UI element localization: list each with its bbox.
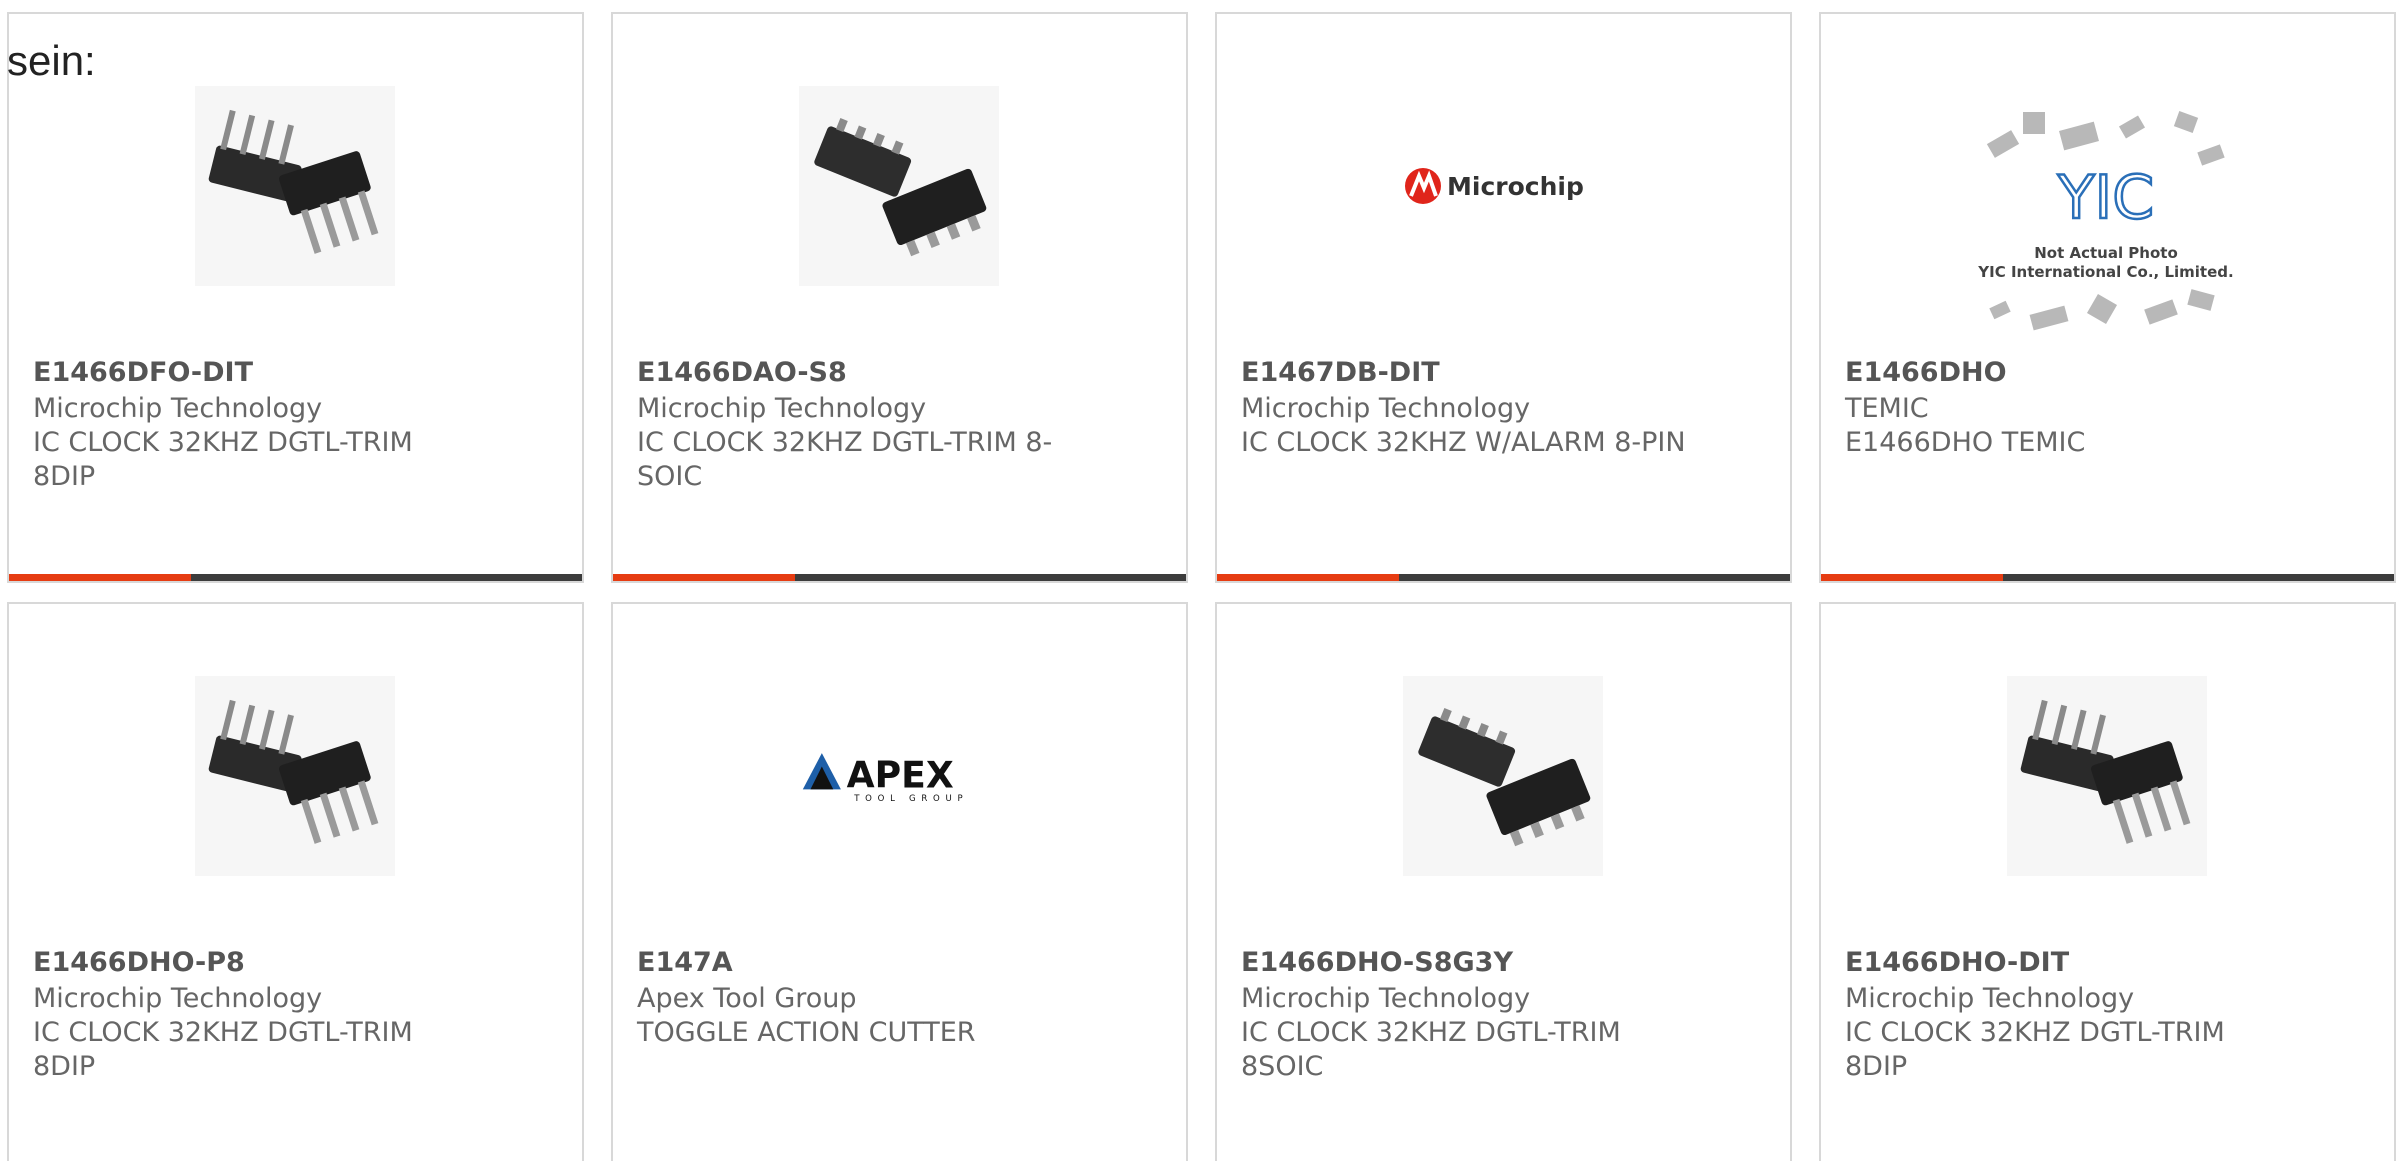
description-line: IC CLOCK 32KHZ DGTL-TRIM — [1845, 1017, 2225, 1048]
manufacturer: TEMIC — [1845, 393, 1929, 424]
product-image[interactable] — [195, 676, 395, 876]
product-image[interactable]: APEX TOOL GROUP — [799, 676, 999, 876]
product-card[interactable]: E1466DHO-P8 Microchip Technology IC CLOC… — [7, 602, 584, 1161]
product-image[interactable] — [799, 86, 999, 286]
product-image[interactable] — [195, 86, 395, 286]
description-line: E1466DHO TEMIC — [1845, 427, 2086, 458]
product-card[interactable]: E1466DFO-DIT Microchip Technology IC CLO… — [7, 12, 584, 583]
dip-chip-icon — [2020, 699, 2191, 844]
apex-logo-text: APEX — [847, 753, 954, 796]
card-bottom-bar — [613, 574, 1186, 581]
part-number-link[interactable]: E1466DHO-DIT — [1845, 947, 2069, 978]
description-line: 8DIP — [33, 1051, 96, 1082]
description-line: 8DIP — [33, 461, 96, 492]
part-number-link[interactable]: E147A — [637, 947, 733, 978]
page: sein: E1466DFO-DIT Microchip Technology … — [0, 0, 2400, 1161]
microchip-logo-text: Microchip — [1447, 172, 1584, 201]
dip-chip-icon — [208, 109, 379, 254]
yic-placeholder-icon: YIC Not Actual Photo YIC International C… — [1977, 111, 2234, 331]
product-card[interactable]: Microchip E1467DB-DIT Microchip Technolo… — [1215, 12, 1792, 583]
description: IC CLOCK 32KHZ DGTL-TRIM 8DIP — [1845, 1016, 2315, 1084]
card-accent-bar — [613, 574, 795, 581]
description-line: IC CLOCK 32KHZ DGTL-TRIM — [33, 1017, 413, 1048]
description: IC CLOCK 32KHZ W/ALARM 8-PIN — [1241, 426, 1711, 460]
description-line: IC CLOCK 32KHZ W/ALARM 8-PIN — [1241, 427, 1686, 458]
yic-caption-line: YIC International Co., Limited. — [1977, 263, 2233, 281]
card-accent-bar — [1821, 574, 2003, 581]
yic-caption-line: Not Actual Photo — [2034, 244, 2178, 262]
product-image[interactable] — [1403, 676, 1603, 876]
product-image[interactable] — [2007, 676, 2207, 876]
product-card[interactable]: YIC Not Actual Photo YIC International C… — [1819, 12, 2396, 583]
card-accent-bar — [1217, 574, 1399, 581]
description: E1466DHO TEMIC — [1845, 426, 2315, 460]
manufacturer: Apex Tool Group — [637, 983, 857, 1014]
card-bottom-bar — [1217, 574, 1790, 581]
part-number-link[interactable]: E1466DHO-P8 — [33, 947, 245, 978]
apex-logo-icon: APEX TOOL GROUP — [802, 753, 968, 804]
description: IC CLOCK 32KHZ DGTL-TRIM 8SOIC — [1241, 1016, 1711, 1084]
soic-chip-icon — [1418, 708, 1591, 847]
product-card[interactable]: E1466DHO-DIT Microchip Technology IC CLO… — [1819, 602, 2396, 1161]
description: IC CLOCK 32KHZ DGTL-TRIM 8DIP — [33, 1016, 503, 1084]
card-bottom-bar — [1821, 574, 2394, 581]
description-line: SOIC — [637, 461, 703, 492]
description-line: IC CLOCK 32KHZ DGTL-TRIM — [33, 427, 413, 458]
dip-chip-icon — [208, 699, 379, 844]
product-image[interactable]: Microchip — [1403, 86, 1603, 286]
manufacturer: Microchip Technology — [33, 393, 323, 424]
apex-logo-subtext: TOOL GROUP — [853, 794, 968, 804]
product-card[interactable]: APEX TOOL GROUP E147A Apex Tool Group TO… — [611, 602, 1188, 1161]
product-card[interactable]: E1466DAO-S8 Microchip Technology IC CLOC… — [611, 12, 1188, 583]
part-number-link[interactable]: E1466DFO-DIT — [33, 357, 253, 388]
part-number-link[interactable]: E1466DHO — [1845, 357, 2007, 388]
soic-chip-icon — [814, 118, 987, 257]
manufacturer: Microchip Technology — [1845, 983, 2135, 1014]
card-accent-bar — [9, 574, 191, 581]
manufacturer: Microchip Technology — [33, 983, 323, 1014]
description-line: 8DIP — [1845, 1051, 1908, 1082]
yic-logo-text: YIC — [2057, 163, 2154, 233]
description: IC CLOCK 32KHZ DGTL-TRIM 8DIP — [33, 426, 503, 494]
description-line: 8SOIC — [1241, 1051, 1324, 1082]
description-line: TOGGLE ACTION CUTTER — [637, 1017, 976, 1048]
description: IC CLOCK 32KHZ DGTL-TRIM 8- SOIC — [637, 426, 1107, 494]
manufacturer: Microchip Technology — [1241, 393, 1531, 424]
intro-label: sein: — [7, 37, 96, 84]
manufacturer: Microchip Technology — [637, 393, 927, 424]
part-number-link[interactable]: E1466DHO-S8G3Y — [1241, 947, 1513, 978]
description-line: IC CLOCK 32KHZ DGTL-TRIM 8- — [637, 427, 1053, 458]
card-bottom-bar — [9, 574, 582, 581]
part-number-link[interactable]: E1467DB-DIT — [1241, 357, 1440, 388]
microchip-logo-icon: Microchip — [1405, 168, 1584, 204]
description: TOGGLE ACTION CUTTER — [637, 1016, 1107, 1050]
product-card[interactable]: E1466DHO-S8G3Y Microchip Technology IC C… — [1215, 602, 1792, 1161]
manufacturer: Microchip Technology — [1241, 983, 1531, 1014]
product-image[interactable]: YIC Not Actual Photo YIC International C… — [1971, 96, 2241, 356]
description-line: IC CLOCK 32KHZ DGTL-TRIM — [1241, 1017, 1621, 1048]
part-number-link[interactable]: E1466DAO-S8 — [637, 357, 847, 388]
